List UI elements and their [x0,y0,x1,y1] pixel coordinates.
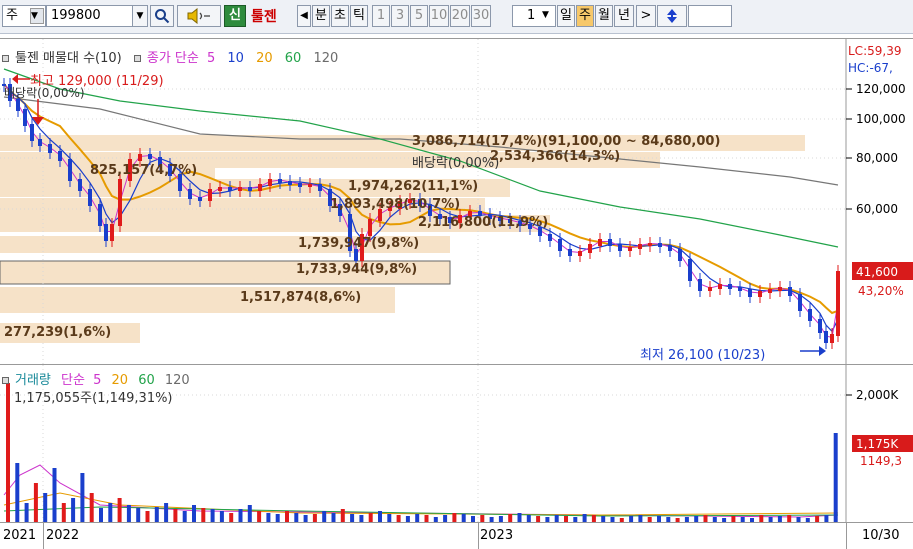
vol-legend-ma60: 60 [138,373,155,388]
profile-label-3: 825,157(4,7%) [90,163,198,178]
stock-code-value: 199800 [51,8,101,23]
x-tick-2021: 2021 [3,528,37,543]
low-arrow-icon [819,346,826,356]
vol-legend-ma120: 120 [164,373,190,388]
vol-legend-title: 거래량 [15,373,51,388]
price-tick-80000: 80,000 [856,151,898,165]
legend-square-icon[interactable] [2,377,9,384]
toolbar: 주 ▼ 199800 ▼ 신 툴젠 ◀ 분 초 틱 1 3 5 10 20 30… [0,0,913,34]
vol-tick-2000k: 2,000K [856,388,899,402]
updown-button[interactable] [657,5,687,27]
legend-ma60: 60 [284,51,302,66]
updown-icon [667,9,677,23]
credit-badge[interactable]: 신 [224,5,246,27]
chevron-down-icon[interactable]: ▼ [30,8,44,24]
range-year[interactable]: 년 [614,5,634,27]
price-chart-panel: 120,000 100,000 80,000 60,000 41,600 43,… [0,38,913,365]
speaker-icon [187,7,210,25]
price-tick-60000: 60,000 [856,202,898,216]
profile-label-6: 2,116,800(11,9%) [418,215,549,230]
period-second[interactable]: 초 [331,5,349,27]
price-tick-120000: 120,000 [856,82,906,96]
vol-legend-ma5: 5 [93,373,102,388]
legend-ma10: 10 [227,51,244,66]
vol-current-annotation: 1,175,055주(1,149,31%) [14,391,173,406]
legend-ma120: 120 [313,51,339,66]
x-tick-2023: 2023 [480,528,514,543]
market-select[interactable]: 주 ▼ [2,5,46,27]
hc-label: HC:-67, [848,61,893,75]
current-pct-label: 43,20% [858,284,904,298]
code-dropdown-button[interactable]: ▼ [132,5,148,27]
vol-legend-label: 단순 [61,373,85,388]
profile-label-9: 1,517,874(8,6%) [240,290,362,305]
profile-label-5: 1,893,498(10,7%) [330,197,461,212]
x-tick-2022: 2022 [46,528,80,543]
low-annotation: 최저 26,100 (10/23) [640,348,766,363]
nav-prev-button[interactable]: ◀ [297,5,311,27]
vol-pct-label: 1149,3 [860,454,902,468]
period-count-select[interactable]: 1 ▼ [512,5,556,27]
market-select-value: 주 [6,8,18,23]
vol-legend-ma20: 20 [111,373,129,388]
profile-label-4: 1,974,262(11,1%) [348,179,479,194]
legend-square-icon[interactable] [133,55,141,62]
legend-square-icon[interactable] [2,55,9,62]
current-price-label: 41,600 [856,265,898,279]
period-1[interactable]: 1 [372,5,390,27]
main-legend: 툴젠 매물대 수(10) 종가 단순 5 10 20 60 120 [2,47,338,66]
legend-ma5: 5 [206,51,216,66]
period-10[interactable]: 10 [429,5,449,27]
profile-label-8: 1,733,944(9,8%) [296,262,418,277]
profile-label-2: 2,534,366(14,3%) [490,149,621,164]
period-tick[interactable]: 틱 [350,5,368,27]
dividend-annotation-top: 배당락(0,00%) [4,86,85,100]
dividend-annotation-mid: 배당락(0,00%) [412,156,500,171]
period-20[interactable]: 20 [450,5,470,27]
legend-ma20: 20 [256,51,273,66]
vol-current-label: 1,175K [856,437,899,451]
volume-chart-panel: 2,000K 1,175K 1149,3 거래량 단순 5 20 60 120 … [0,364,913,523]
volume-legend: 거래량 단순 5 20 60 120 [2,369,190,388]
stock-chart-window: 주 ▼ 199800 ▼ 신 툴젠 ◀ 분 초 틱 1 3 5 10 20 30… [0,0,913,549]
profile-label-1: 3,086,714(17,4%)(91,100,00 ~ 84,680,00) [412,134,721,149]
search-icon [155,9,170,24]
lc-label: LC:59,39 [848,44,902,58]
chevron-down-icon[interactable]: ▼ [542,8,554,24]
range-month[interactable]: 월 [595,5,613,27]
price-axis: 120,000 100,000 80,000 60,000 [846,82,906,216]
profile-label-7: 1,739,947(9,8%) [298,236,420,251]
range-week[interactable]: 주 [576,5,594,27]
range-day[interactable]: 일 [557,5,575,27]
profile-label-10: 277,239(1,6%) [4,325,112,340]
nav-next-button[interactable]: > [636,5,656,27]
period-5[interactable]: 5 [410,5,428,27]
period-30[interactable]: 30 [471,5,491,27]
alert-button[interactable] [177,5,221,27]
legend-close-label: 종가 단순 [146,51,199,66]
time-axis: 2021 2022 2023 10/30 [0,522,913,549]
period-3[interactable]: 3 [391,5,409,27]
stock-name: 툴젠 [251,9,277,25]
period-minute[interactable]: 분 [312,5,330,27]
x-tick-1030: 10/30 [862,528,900,543]
blank-input[interactable] [688,5,732,27]
legend-title: 툴젠 매물대 수(10) [15,51,122,66]
price-tick-100000: 100,000 [856,112,906,126]
period-count-value: 1 [527,8,536,23]
search-button[interactable] [150,5,174,27]
